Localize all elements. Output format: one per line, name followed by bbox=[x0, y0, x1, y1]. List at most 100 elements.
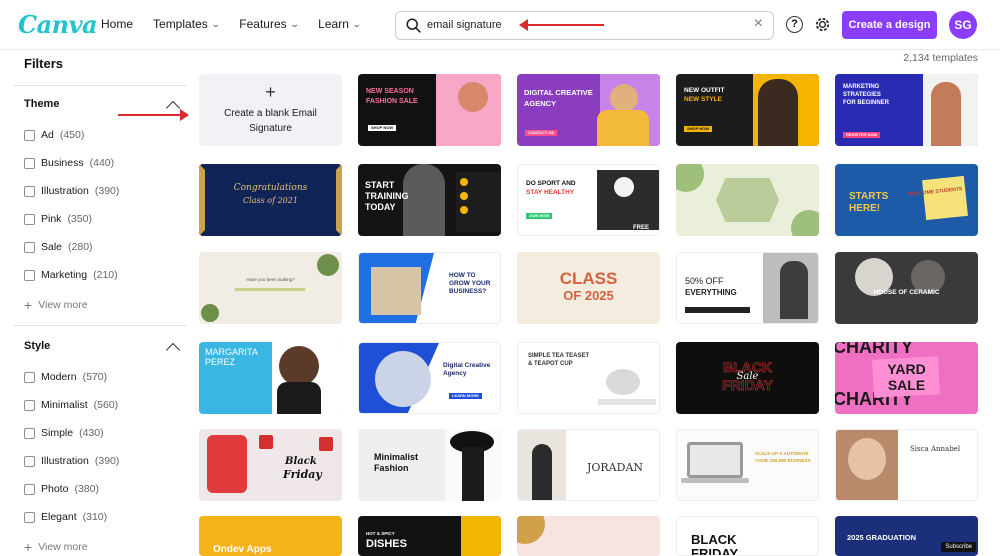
checkbox[interactable] bbox=[24, 241, 35, 253]
create-blank-tile[interactable]: + Create a blank Email Signature bbox=[199, 74, 342, 146]
filter-option[interactable]: Marketing (210) bbox=[24, 269, 118, 281]
filter-label: Ad bbox=[41, 129, 54, 141]
template-tile[interactable]: BLACK FRIDAY bbox=[676, 516, 819, 556]
filter-label: Photo bbox=[41, 483, 69, 495]
template-tile[interactable]: Congratulations Class of 2021 bbox=[199, 164, 342, 236]
filter-option[interactable]: Minimalist (560) bbox=[24, 399, 118, 411]
filter-count: (430) bbox=[79, 427, 104, 439]
filter-option[interactable]: Illustration (390) bbox=[24, 455, 119, 467]
filter-option[interactable]: Illustration (390) bbox=[24, 185, 119, 197]
subscribe-badge[interactable]: Subscribe bbox=[941, 542, 976, 552]
template-text: CONTACT US bbox=[525, 130, 557, 137]
view-more-link[interactable]: + View more bbox=[24, 297, 88, 313]
template-tile[interactable]: NEW OUTFIT NEW STYLE SHOP NOW bbox=[676, 74, 819, 146]
filter-label: Illustration bbox=[41, 185, 89, 197]
filters-title: Filters bbox=[24, 56, 64, 71]
template-tile[interactable]: Have you been looking? bbox=[199, 252, 342, 324]
template-tile[interactable]: WELCOME STUDENTS STARTS HERE! bbox=[835, 164, 978, 236]
template-tile[interactable]: MARGARITA PEREZ bbox=[199, 342, 342, 414]
checkbox[interactable] bbox=[24, 157, 35, 169]
template-tile[interactable]: DO SPORT AND STAY HEALTHY JOIN NOW FREE bbox=[517, 164, 660, 236]
template-tile[interactable] bbox=[676, 164, 819, 236]
template-tile[interactable]: MARKETING STRATEGIES FOR BEGINNER REGIST… bbox=[835, 74, 978, 146]
template-tile[interactable]: 50% OFF EVERYTHING bbox=[676, 252, 819, 324]
checkbox[interactable] bbox=[24, 455, 35, 467]
template-text: SHOP NOW bbox=[684, 126, 713, 133]
template-text: Minimalist bbox=[374, 452, 419, 462]
view-more-label: View more bbox=[38, 541, 88, 553]
template-tile[interactable]: 2025 GRADUATION Subscribe bbox=[835, 516, 978, 556]
template-photo bbox=[606, 369, 640, 395]
gift-decoration bbox=[259, 435, 273, 449]
template-tile[interactable]: SCALE-UP & AUTOMATE YOUR ONLINE BUSINESS bbox=[676, 429, 819, 501]
nav-home[interactable]: Home bbox=[101, 17, 133, 31]
template-text: SIMPLE TEA TEASET bbox=[528, 353, 590, 359]
chevron-up-icon[interactable] bbox=[165, 342, 181, 358]
clear-search-icon[interactable]: × bbox=[754, 15, 763, 33]
nav-learn[interactable]: Learn ⌄ bbox=[318, 17, 361, 31]
template-photo bbox=[375, 351, 431, 407]
checkbox[interactable] bbox=[24, 427, 35, 439]
template-tile[interactable]: NEW SEASON FASHION SALE SHOP NOW bbox=[358, 74, 501, 146]
help-icon[interactable]: ? bbox=[786, 16, 803, 33]
filter-option[interactable]: Pink (350) bbox=[24, 213, 92, 225]
checkbox[interactable] bbox=[24, 269, 35, 281]
template-tile[interactable]: CLASS OF 2025 bbox=[517, 252, 660, 324]
template-text: DISHES bbox=[366, 538, 407, 550]
filter-option[interactable]: Photo (380) bbox=[24, 483, 99, 495]
checkbox[interactable] bbox=[24, 399, 35, 411]
checkbox[interactable] bbox=[24, 371, 35, 383]
template-tile[interactable]: HOUSE OF CERAMIC bbox=[835, 252, 978, 324]
theme-group-title: Theme bbox=[24, 98, 60, 110]
filter-option[interactable]: Simple (430) bbox=[24, 427, 104, 439]
template-tile[interactable]: HOW TO GROW YOUR BUSINESS? bbox=[358, 252, 501, 324]
template-text: Sale bbox=[736, 371, 759, 382]
heart-icon[interactable] bbox=[614, 177, 634, 197]
template-photo bbox=[848, 438, 886, 480]
template-tile[interactable] bbox=[517, 516, 660, 556]
template-text: SHOP NOW bbox=[368, 125, 397, 132]
template-tile[interactable]: START TRAINING TODAY bbox=[358, 164, 501, 236]
view-more-link[interactable]: + View more bbox=[24, 539, 88, 555]
filter-count: (570) bbox=[82, 371, 108, 383]
template-tile[interactable]: Sisca Annabel bbox=[835, 429, 978, 501]
checkbox[interactable] bbox=[24, 511, 35, 523]
template-tile[interactable]: SIMPLE TEA TEASET & TEAPOT CUP bbox=[517, 342, 660, 414]
checkbox[interactable] bbox=[24, 129, 35, 141]
create-design-button[interactable]: Create a design bbox=[842, 11, 937, 39]
template-text: MARKETING bbox=[843, 84, 880, 90]
template-text: STRATEGIES bbox=[843, 92, 881, 98]
template-text: BLACK bbox=[691, 532, 737, 547]
filter-option[interactable]: Ad (450) bbox=[24, 129, 84, 141]
nav-home-label: Home bbox=[101, 17, 134, 31]
checkbox[interactable] bbox=[24, 185, 35, 197]
filter-option[interactable]: Sale (280) bbox=[24, 241, 93, 253]
template-tile[interactable]: Ondev Apps bbox=[199, 516, 342, 556]
nav-templates[interactable]: Templates ⌄ bbox=[153, 17, 220, 31]
annotation-arrow bbox=[118, 109, 189, 121]
filter-option[interactable]: Elegant (310) bbox=[24, 511, 107, 523]
filter-option[interactable]: Modern (570) bbox=[24, 371, 107, 383]
checkbox[interactable] bbox=[24, 213, 35, 225]
canva-logo[interactable]: Canva bbox=[18, 10, 98, 39]
avatar[interactable]: SG bbox=[949, 11, 977, 39]
template-tile[interactable]: HOT & SPICY DISHES bbox=[358, 516, 501, 556]
template-tile[interactable]: Black Friday bbox=[199, 429, 342, 501]
template-tile[interactable]: Digital Creative Agency LEARN MORE bbox=[358, 342, 501, 414]
template-tile[interactable]: DIGITAL CREATIVE AGENCY CONTACT US bbox=[517, 74, 660, 146]
template-text: PEREZ bbox=[205, 357, 236, 367]
filter-count: (440) bbox=[89, 157, 115, 169]
settings-gear-icon[interactable] bbox=[813, 15, 832, 34]
template-tile[interactable]: Minimalist Fashion bbox=[358, 429, 501, 501]
template-tile[interactable]: CHARITY CHARITY YARD SALE bbox=[835, 342, 978, 414]
template-text: Have you been looking? bbox=[246, 277, 295, 282]
template-text: EVERYTHING bbox=[685, 288, 737, 297]
divider bbox=[14, 325, 186, 326]
chevron-up-icon[interactable] bbox=[165, 100, 181, 116]
filter-option[interactable]: Business (440) bbox=[24, 157, 114, 169]
template-tile[interactable]: JORADAN bbox=[517, 429, 660, 501]
nav-features[interactable]: Features ⌄ bbox=[239, 17, 299, 31]
template-tile[interactable]: BLACK FRIDAY Sale bbox=[676, 342, 819, 414]
template-text: Ondev Apps bbox=[213, 544, 272, 555]
checkbox[interactable] bbox=[24, 483, 35, 495]
